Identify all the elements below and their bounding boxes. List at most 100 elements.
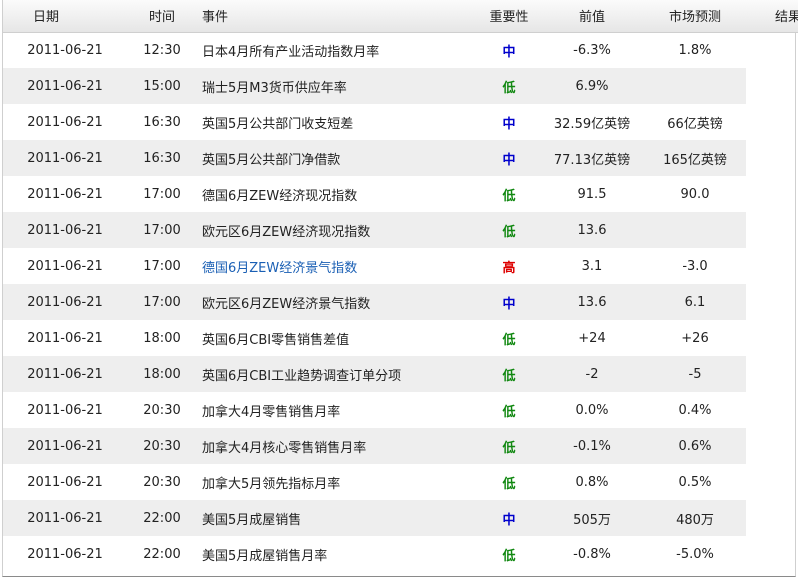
event-label: 美国5月成屋销售月率 bbox=[202, 548, 328, 564]
header-forecast: 市场预测 bbox=[644, 0, 746, 33]
cell-forecast: +26 bbox=[681, 330, 709, 346]
importance-badge: 低 bbox=[502, 548, 516, 564]
cell-date: 2011-06-21 bbox=[27, 474, 103, 490]
cell-importance: 低 bbox=[478, 68, 540, 104]
event-label: 加拿大4月核心零售销售月率 bbox=[202, 440, 367, 456]
cell-forecast: 165亿英镑 bbox=[644, 140, 746, 176]
importance-badge: 低 bbox=[502, 368, 516, 384]
cell-time: 20:30 bbox=[143, 402, 181, 418]
cell-previous: +24 bbox=[578, 330, 606, 346]
cell-forecast: 480万 bbox=[644, 500, 746, 536]
header-result: 结果 bbox=[746, 0, 798, 33]
cell-time: 17:00 bbox=[143, 258, 181, 274]
cell-previous: 0.8% bbox=[575, 474, 609, 490]
cell-result bbox=[746, 320, 798, 356]
cell-previous: 0.0% bbox=[575, 402, 609, 418]
cell-time: 20:30 bbox=[143, 474, 181, 490]
table-row: 2011-06-21 22:00 美国5月成屋销售月率 低 -0.8% -5.0% bbox=[3, 536, 798, 572]
cell-event: 美国5月成屋销售月率 bbox=[197, 536, 478, 572]
table-header-row: 日期 时间 事件 重要性 前值 市场预测 结果 bbox=[3, 0, 798, 33]
cell-time: 22:00 bbox=[143, 546, 181, 562]
importance-badge: 低 bbox=[502, 332, 516, 348]
cell-event: 日本4月所有产业活动指数月率 bbox=[197, 32, 478, 68]
cell-result bbox=[746, 428, 798, 464]
header-date: 日期 bbox=[3, 0, 127, 33]
table-row: 2011-06-21 17:00 欧元区6月ZEW经济现况指数 低 13.6 bbox=[3, 212, 798, 248]
cell-forecast: 90.0 bbox=[680, 186, 710, 202]
cell-event: 英国5月公共部门净借款 bbox=[197, 140, 478, 176]
cell-importance: 中 bbox=[478, 500, 540, 536]
cell-importance: 低 bbox=[478, 320, 540, 356]
cell-event: 瑞士5月M3货币供应年率 bbox=[197, 68, 478, 104]
event-label: 加拿大5月领先指标月率 bbox=[202, 476, 341, 492]
cell-previous: -6.3% bbox=[573, 42, 611, 58]
cell-date: 2011-06-21 bbox=[3, 284, 127, 320]
header-event: 事件 bbox=[197, 0, 478, 33]
cell-time: 15:00 bbox=[127, 68, 197, 104]
cell-result bbox=[746, 464, 798, 500]
table-row: 2011-06-21 15:00 瑞士5月M3货币供应年率 低 6.9% bbox=[3, 68, 798, 104]
table-row: 2011-06-21 20:30 加拿大4月零售销售月率 低 0.0% 0.4% bbox=[3, 392, 798, 428]
cell-date: 2011-06-21 bbox=[3, 140, 127, 176]
cell-importance: 低 bbox=[478, 392, 540, 428]
cell-previous: -2 bbox=[540, 356, 644, 392]
cell-forecast: 0.4% bbox=[678, 402, 712, 418]
cell-event: 英国6月CBI零售销售差值 bbox=[197, 320, 478, 356]
cell-date: 2011-06-21 bbox=[27, 42, 103, 58]
cell-event: 加拿大4月核心零售销售月率 bbox=[197, 428, 478, 464]
cell-previous: -0.8% bbox=[573, 546, 611, 562]
cell-date: 2011-06-21 bbox=[27, 546, 103, 562]
cell-importance: 低 bbox=[478, 356, 540, 392]
cell-date: 2011-06-21 bbox=[3, 68, 127, 104]
cell-forecast bbox=[644, 68, 746, 104]
header-previous: 前值 bbox=[540, 0, 644, 33]
table-row: 2011-06-21 20:30 加拿大4月核心零售销售月率 低 -0.1% 0.6% bbox=[3, 428, 798, 464]
cell-result bbox=[746, 248, 798, 284]
cell-date: 2011-06-21 bbox=[3, 356, 127, 392]
cell-date: 2011-06-21 bbox=[3, 212, 127, 248]
header-importance: 重要性 bbox=[478, 0, 540, 33]
cell-result bbox=[746, 176, 798, 212]
table-body: 2011-06-21 12:30 日本4月所有产业活动指数月率中 -6.3% 1.8% 2… bbox=[3, 32, 798, 572]
table-row: 2011-06-21 17:00 德国6月ZEW经济景气指数 高 3.1 -3.0 bbox=[3, 248, 798, 284]
cell-date: 2011-06-21 bbox=[27, 402, 103, 418]
cell-time: 16:30 bbox=[143, 114, 181, 130]
event-label: 英国5月公共部门净借款 bbox=[202, 152, 341, 168]
cell-result bbox=[746, 500, 798, 536]
cell-importance: 中 bbox=[478, 104, 540, 140]
importance-badge: 中 bbox=[502, 512, 516, 528]
cell-result bbox=[746, 536, 798, 572]
event-label: 欧元区6月ZEW经济现况指数 bbox=[202, 224, 371, 240]
table-row: 2011-06-21 22:00 美国5月成屋销售 中 505万 480万 bbox=[3, 500, 798, 536]
cell-event[interactable]: 德国6月ZEW经济景气指数 bbox=[197, 248, 478, 284]
table-row: 2011-06-21 17:00 欧元区6月ZEW经济景气指数 中 13.6 6.1 bbox=[3, 284, 798, 320]
cell-previous: 505万 bbox=[540, 500, 644, 536]
cell-previous: 77.13亿英镑 bbox=[540, 140, 644, 176]
cell-time: 22:00 bbox=[127, 500, 197, 536]
table-row: 2011-06-21 12:30 日本4月所有产业活动指数月率 中 -6.3% 1.8% bbox=[3, 32, 798, 68]
event-label: 英国5月公共部门收支短差 bbox=[202, 116, 354, 132]
cell-previous: -0.1% bbox=[540, 428, 644, 464]
cell-result bbox=[746, 356, 798, 392]
cell-result bbox=[746, 68, 798, 104]
importance-badge: 中 bbox=[502, 116, 516, 132]
header-time: 时间 bbox=[127, 0, 197, 33]
event-link[interactable]: 德国6月ZEW经济景气指数 bbox=[202, 261, 357, 276]
cell-time: 12:30 bbox=[143, 42, 181, 58]
cell-result bbox=[746, 284, 798, 320]
table-row: 2011-06-21 16:30 英国5月公共部门收支短差 中 32.59亿英镑 66亿英… bbox=[3, 104, 798, 140]
cell-event: 美国5月成屋销售 bbox=[197, 500, 478, 536]
cell-importance: 中 bbox=[478, 284, 540, 320]
importance-badge: 低 bbox=[502, 476, 516, 492]
cell-event: 英国6月CBI工业趋势调查订单分项 bbox=[197, 356, 478, 392]
table-row: 2011-06-21 16:30 英国5月公共部门净借款 中 77.13亿英镑 165亿英… bbox=[3, 140, 798, 176]
importance-badge: 低 bbox=[502, 224, 516, 240]
cell-previous: 6.9% bbox=[540, 68, 644, 104]
table-row: 2011-06-21 17:00 德国6月ZEW经济现况指数 低 91.5 90.0 bbox=[3, 176, 798, 212]
cell-event: 欧元区6月ZEW经济景气指数 bbox=[197, 284, 478, 320]
economic-calendar-table: 日期 时间 事件 重要性 前值 市场预测 结果 2011-06-21 12:30 日… bbox=[3, 0, 798, 572]
cell-result bbox=[746, 104, 798, 140]
cell-time: 17:00 bbox=[143, 186, 181, 202]
cell-date: 2011-06-21 bbox=[27, 258, 103, 274]
table-row: 2011-06-21 20:30 加拿大5月领先指标月率 低 0.8% 0.5% bbox=[3, 464, 798, 500]
